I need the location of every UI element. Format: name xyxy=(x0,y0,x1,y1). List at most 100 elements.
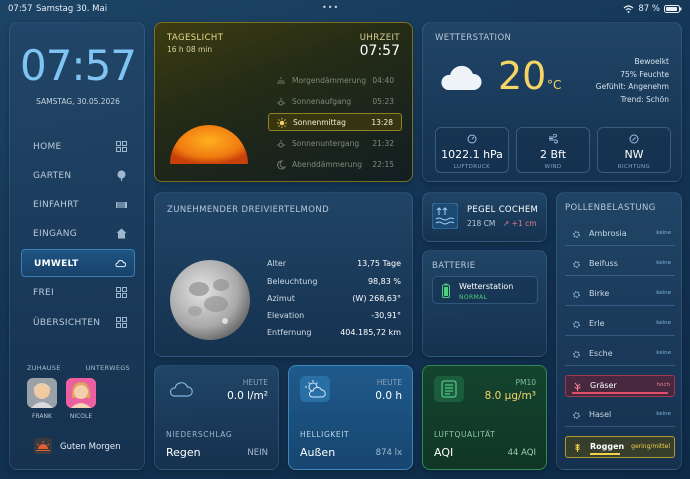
sunset-icon xyxy=(277,140,285,148)
moon-row: Beleuchtung 98,83 % xyxy=(267,277,401,286)
weather-details: Bewoelkt 75% Feuchte Gefühlt: Angenehm T… xyxy=(595,57,669,104)
tile-name: Regen xyxy=(166,446,201,459)
weather-temp: 20 xyxy=(498,54,547,98)
tile-value: 8.0 µg/m³ xyxy=(484,390,536,402)
daylight-title: TAGESLICHT xyxy=(167,33,224,43)
tree-icon xyxy=(117,170,126,181)
pollen-row: Erle keine xyxy=(565,314,675,336)
gear-icon xyxy=(573,291,580,298)
status-bar: 07:57 Samstag 30. Mai ••• 87 % xyxy=(0,0,690,18)
compass-icon xyxy=(629,134,639,144)
sun-row-highlighted: Sonnenmittag 13:28 xyxy=(268,113,402,131)
presence-away-label: UNTERWEGS xyxy=(85,364,130,372)
tile-sub: 874 lx xyxy=(375,448,402,458)
person-icon xyxy=(66,378,96,408)
nav-label: HOME xyxy=(33,142,62,152)
pollen-level-bar xyxy=(590,453,620,455)
plant-icon xyxy=(574,382,581,391)
person-name-nicole: NICOLE xyxy=(69,413,93,420)
nav-label: EINFAHRT xyxy=(33,200,79,210)
sun-image xyxy=(170,125,248,164)
gear-icon xyxy=(573,351,580,358)
status-date: Samstag 30. Mai xyxy=(36,4,108,14)
battery-device-box[interactable]: Wetterstation NORMAL xyxy=(432,276,538,304)
avatar-nicole[interactable] xyxy=(66,378,96,408)
weather-card[interactable]: WETTERSTATION 20 °C Bewoelkt 75% Feuchte… xyxy=(422,22,682,182)
person-icon xyxy=(27,378,57,408)
time-label: UHRZEIT xyxy=(359,33,400,43)
weather-title: WETTERSTATION xyxy=(435,33,512,43)
battery-title: BATTERIE xyxy=(432,261,476,271)
moon-row: Entfernung 404.185,72 km xyxy=(267,328,401,337)
nav-label: GARTEN xyxy=(33,171,72,181)
sun-row: Sonnenuntergang 21:32 xyxy=(268,135,402,153)
pollen-level-bar xyxy=(572,392,668,394)
wind-icon xyxy=(549,134,558,144)
air-quality-tile[interactable]: PM10 8.0 µg/m³ LUFTQUALITÄT AQI 44 AQI xyxy=(422,365,547,470)
daylight-card[interactable]: TAGESLICHT 16 h 08 min UHRZEIT 07:57 Mor… xyxy=(154,22,413,182)
tile-sub: NEIN xyxy=(247,448,268,458)
brightness-tile[interactable]: HEUTE 0.0 h HELLIGKEIT Außen 874 lx xyxy=(288,365,413,470)
sidebar: 07:57 SAMSTAG, 30.05.2026 HOME GARTEN EI… xyxy=(9,22,145,470)
nav-label: EINGANG xyxy=(33,229,78,239)
sunrise-icon xyxy=(277,98,285,106)
nav-item-einfahrt[interactable]: EINFAHRT xyxy=(21,191,135,219)
pollen-row: Birke keine xyxy=(565,284,675,306)
battery-percent: 87 % xyxy=(638,4,660,14)
precipitation-tile[interactable]: HEUTE 0.0 l/m² NIEDERSCHLAG Regen NEIN xyxy=(154,365,279,470)
house-icon xyxy=(116,228,127,239)
tile-value: 0.0 l/m² xyxy=(227,390,268,402)
sunrise-icon xyxy=(34,438,52,454)
pegel-level: 218 CM xyxy=(467,219,496,228)
battery-state: NORMAL xyxy=(459,294,488,301)
pegel-card[interactable]: PEGEL COCHEM 218 CM ↗ +1 cm xyxy=(422,192,547,242)
dawn-icon xyxy=(277,77,285,84)
pollen-row: Ambrosia keine xyxy=(565,224,675,246)
direction-box[interactable]: NW RICHTUNG xyxy=(597,127,671,173)
battery-level-icon xyxy=(442,283,450,298)
battery-card[interactable]: BATTERIE Wetterstation NORMAL xyxy=(422,250,547,357)
person-name-frank: FRANK xyxy=(32,413,52,420)
avatar-frank[interactable] xyxy=(27,378,57,408)
nav-item-garten[interactable]: GARTEN xyxy=(21,162,135,190)
nav-label: FREI xyxy=(33,288,54,298)
nav-label: ÜBERSICHTEN xyxy=(33,318,101,328)
greeting: Guten Morgen xyxy=(60,442,121,452)
nav-item-frei[interactable]: FREI xyxy=(21,279,135,307)
nav-item-eingang[interactable]: EINGANG xyxy=(21,220,135,248)
wind-box[interactable]: 2 Bft WIND xyxy=(516,127,590,173)
pollen-card[interactable]: POLLENBELASTUNG Ambrosia keine Beifuss kei… xyxy=(556,192,682,470)
pollen-row: Hasel keine xyxy=(565,405,675,427)
tile-header: HEUTE xyxy=(376,378,402,387)
gear-icon xyxy=(573,321,580,328)
pegel-title: PEGEL COCHEM xyxy=(467,205,539,215)
tile-name: Außen xyxy=(300,446,336,459)
multitask-dots[interactable]: ••• xyxy=(322,3,339,12)
pressure-box[interactable]: 1022.1 hPa LUFTDRUCK xyxy=(435,127,509,173)
sun-row: Morgendämmerung 04:40 xyxy=(268,72,402,90)
pollen-row-warn: Roggen gering/mittel xyxy=(565,436,675,458)
battery-icon xyxy=(664,5,682,13)
tile-category: NIEDERSCHLAG xyxy=(166,430,233,439)
moon-image xyxy=(170,260,250,340)
sidebar-clock: 07:57 xyxy=(19,41,137,90)
air-filter-icon xyxy=(434,376,464,402)
grid-icon xyxy=(116,287,127,298)
nav-label: UMWELT xyxy=(34,259,79,269)
nav-item-uebersichten[interactable]: ÜBERSICHTEN xyxy=(21,309,135,337)
grid-icon xyxy=(116,141,127,152)
nav-item-home[interactable]: HOME xyxy=(21,133,135,161)
wheat-icon xyxy=(575,444,580,452)
weather-unit: °C xyxy=(547,78,562,92)
sidebar-date: SAMSTAG, 30.05.2026 xyxy=(36,97,120,106)
sun-cloud-icon xyxy=(300,376,330,402)
gate-icon xyxy=(116,202,127,208)
tile-name: AQI xyxy=(434,446,454,459)
moon-title: ZUNEHMENDER DREIVIERTELMOND xyxy=(167,205,330,215)
tile-header: HEUTE xyxy=(242,378,268,387)
tile-category: LUFTQUALITÄT xyxy=(434,430,496,439)
moon-card[interactable]: ZUNEHMENDER DREIVIERTELMOND Alter 13,75 T… xyxy=(154,192,413,357)
nav-item-umwelt[interactable]: UMWELT xyxy=(21,249,135,277)
battery-device: Wetterstation xyxy=(459,282,514,291)
cloud-icon xyxy=(441,65,482,90)
